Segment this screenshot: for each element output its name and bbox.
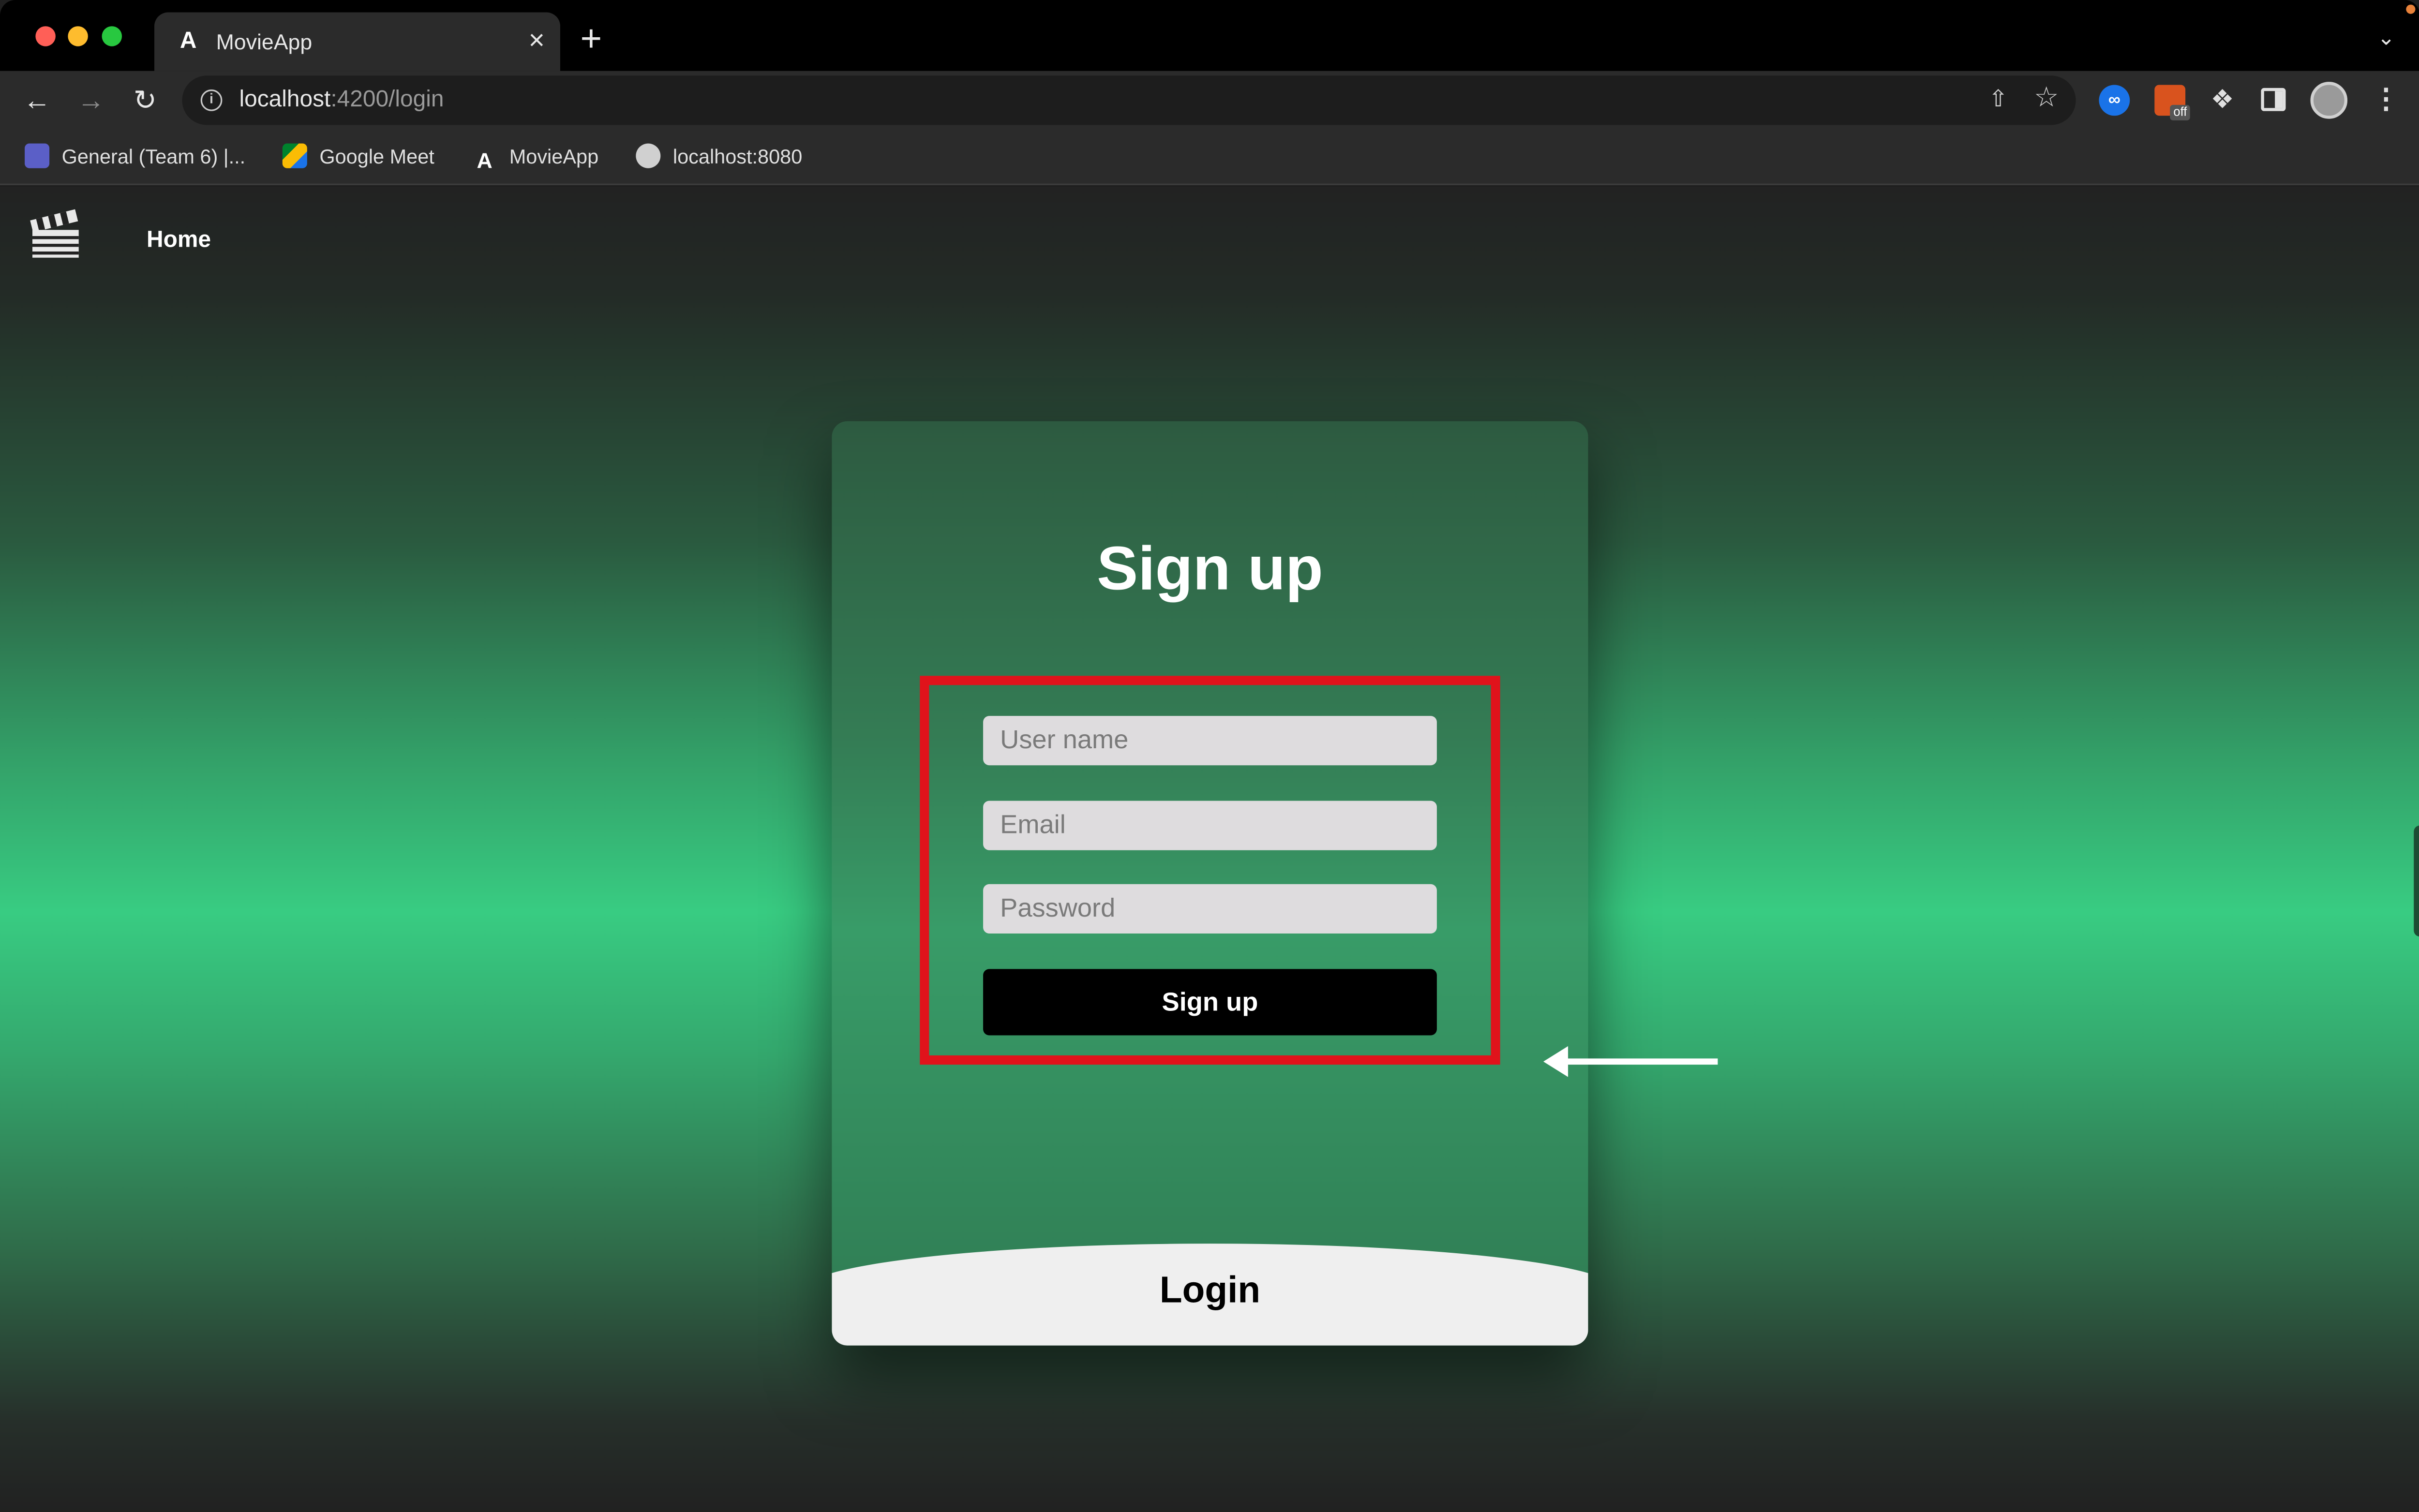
bookmark-label: General (Team 6) |... [61, 145, 246, 168]
signup-card: Sign up Sign up Login [832, 421, 1588, 1346]
bookmark-label: Google Meet [319, 145, 434, 168]
site-info-icon[interactable]: i [200, 89, 223, 111]
close-window-button[interactable] [35, 26, 56, 46]
browser-toolbar: ← → ↻ i localhost:4200/login ⇧ ☆ ∞ off ❖… [0, 71, 2419, 130]
email-input[interactable] [983, 800, 1437, 850]
url-text: localhost:4200/login [239, 87, 444, 114]
bookmark-movieapp[interactable]: A MovieApp [472, 142, 599, 173]
extensions-puzzle-icon[interactable]: ❖ [2207, 85, 2238, 116]
extension-loop-icon[interactable]: ∞ [2099, 85, 2130, 116]
bookmarks-bar: General (Team 6) |... Google Meet A Movie… [0, 129, 2419, 185]
bookmark-label: localhost:8080 [672, 145, 803, 168]
signup-title: Sign up [1097, 535, 1323, 604]
globe-icon [636, 143, 661, 168]
teams-icon [25, 143, 50, 168]
tab-strip: A MovieApp × + ⌄ [0, 0, 2419, 71]
password-input[interactable] [983, 884, 1437, 934]
extension-off-badge: off [2170, 104, 2190, 120]
angular-icon: A [179, 28, 197, 54]
share-icon[interactable]: ⇧ [1988, 85, 2008, 113]
chevron-down-icon[interactable]: ⌄ [2377, 25, 2395, 51]
arrow-left-icon [1543, 1046, 1718, 1077]
angular-icon: A [477, 148, 493, 173]
page: A MovieApp × + ⌄ ← → ↻ i localhost:4200/… [0, 0, 2419, 1512]
profile-avatar[interactable] [2310, 82, 2348, 119]
tab-title: MovieApp [216, 29, 313, 54]
maximize-window-button[interactable] [102, 26, 122, 46]
reload-icon[interactable]: ↻ [128, 83, 162, 117]
forward-icon[interactable]: → [74, 83, 108, 117]
bookmark-label: MovieApp [509, 145, 599, 168]
bookmark-localhost[interactable]: localhost:8080 [636, 142, 802, 173]
username-input[interactable] [983, 716, 1437, 766]
address-bar[interactable]: i localhost:4200/login ⇧ ☆ [182, 75, 2076, 125]
side-panel-icon[interactable] [2261, 88, 2286, 111]
page-viewport: Home Sign up Sign up Login [0, 186, 2419, 1512]
notification-dot [2406, 4, 2416, 14]
more-menu-icon[interactable]: ⋮ [2372, 83, 2400, 114]
clapperboard-logo-icon[interactable] [28, 205, 83, 264]
close-tab-icon[interactable]: × [529, 25, 545, 56]
url-path: :4200/login [330, 86, 444, 113]
signup-button[interactable]: Sign up [983, 969, 1437, 1036]
extension-off-icon[interactable]: off [2154, 85, 2190, 120]
minimize-window-button[interactable] [68, 26, 88, 46]
bookmark-star-icon[interactable]: ☆ [2034, 82, 2059, 114]
bookmark-teams[interactable]: General (Team 6) |... [25, 142, 245, 173]
nav-home-link[interactable]: Home [147, 227, 211, 254]
back-icon[interactable]: ← [20, 83, 54, 117]
login-toggle-label[interactable]: Login [832, 1268, 1588, 1315]
google-meet-icon [282, 143, 307, 168]
new-tab-button[interactable]: + [580, 21, 602, 59]
tab-movieapp[interactable]: A MovieApp × [154, 12, 560, 71]
side-scroll-tab[interactable] [2414, 825, 2419, 937]
url-host: localhost [239, 86, 331, 113]
bookmark-google-meet[interactable]: Google Meet [282, 142, 434, 173]
